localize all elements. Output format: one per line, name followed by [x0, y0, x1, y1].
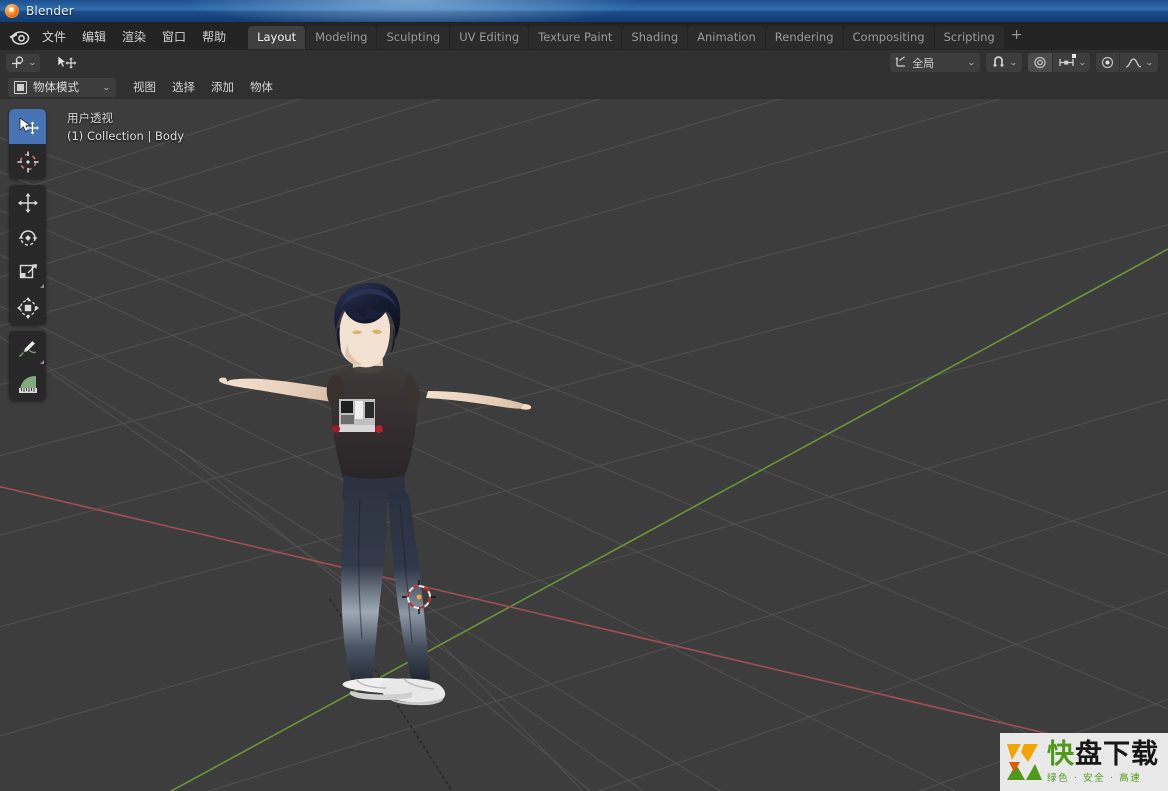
transform-orientation-caret: ⌄	[967, 58, 976, 67]
tool-cursor[interactable]	[9, 144, 46, 179]
window-title: Blender	[26, 4, 74, 18]
tool-group-transform	[9, 185, 46, 325]
tweak-tool-caret: ⌄	[27, 58, 37, 67]
tool-scale[interactable]	[9, 255, 46, 290]
interaction-mode-label: 物体模式	[33, 80, 79, 94]
menu-add[interactable]: 添加	[204, 76, 241, 98]
viewport-toolbar	[9, 109, 46, 407]
snap-control[interactable]: ⌄	[985, 53, 1022, 72]
watermark-subtitle: 绿色 · 安全 · 高速	[1047, 772, 1142, 784]
pivot-median-point-icon[interactable]	[1096, 53, 1120, 72]
tweak-tool-icon[interactable]: ⌄	[6, 53, 40, 72]
menu-view[interactable]: 视图	[126, 76, 163, 98]
tool-group-annotate	[9, 331, 46, 401]
tool-transform[interactable]	[9, 290, 46, 325]
cursor-move-tool-icon[interactable]	[52, 54, 82, 72]
menu-edit[interactable]: 编辑	[74, 25, 114, 48]
menu-select[interactable]: 选择	[165, 76, 202, 98]
main-menu-group: 文件 编辑 渲染 窗口 帮助	[34, 25, 234, 48]
workspace-tab-scripting[interactable]: Scripting	[934, 25, 1004, 49]
workspace-tab-modeling[interactable]: Modeling	[306, 25, 377, 49]
x-axis-line	[0, 485, 1168, 763]
blender-logo-icon[interactable]	[8, 27, 30, 45]
proportional-edit-icon[interactable]	[1027, 53, 1052, 72]
3d-viewport[interactable]: 用户透视 (1) Collection | Body 快盘下载 绿色 · 安全 …	[0, 99, 1168, 791]
transform-orientation-value: 全局	[912, 56, 935, 70]
add-workspace-button[interactable]: +	[1004, 26, 1030, 46]
orientation-axes-icon	[895, 55, 908, 71]
workspace-tab-animation[interactable]: Animation	[688, 25, 765, 49]
interaction-mode-caret: ⌄	[102, 82, 112, 92]
proportional-connected-icon[interactable]: ⌄	[1052, 53, 1091, 72]
snap-caret: ⌄	[1008, 58, 1018, 67]
kuaipan-logo-icon	[1004, 740, 1044, 784]
workspace-tab-compositing[interactable]: Compositing	[843, 25, 934, 49]
tool-settings-bar: ⌄ 全局 ⌄ ⌄ ⌄ ⌄	[0, 50, 1168, 76]
tool-annotate[interactable]	[9, 331, 46, 366]
window-title-bar: Blender	[0, 0, 1168, 22]
proportional-editing-control[interactable]: ⌄	[1027, 53, 1091, 72]
tool-measure[interactable]	[9, 366, 46, 401]
workspace-tab-shading[interactable]: Shading	[622, 25, 688, 49]
workspace-tab-bar: Layout Modeling Sculpting UV Editing Texture…	[248, 25, 1004, 49]
blender-application-window: Blender 文件 编辑 渲染 窗口 帮助 Layout Modeling Sculpti…	[0, 0, 1168, 791]
viewport-menu-group: 视图 选择 添加 物体	[124, 76, 280, 98]
menu-help[interactable]: 帮助	[194, 25, 234, 48]
viewport-grid	[0, 99, 1168, 791]
object-mode-icon	[14, 80, 27, 94]
watermark-text-part1: 快	[1047, 738, 1075, 770]
y-axis-line	[169, 248, 1168, 791]
menu-render[interactable]: 渲染	[114, 25, 154, 48]
top-bar: 文件 编辑 渲染 窗口 帮助 Layout Modeling Sculpting UV Edi…	[0, 22, 1168, 51]
interaction-mode-selector[interactable]: 物体模式 ⌄	[8, 77, 116, 97]
workspace-tab-sculpting[interactable]: Sculpting	[377, 25, 450, 49]
falloff-control[interactable]: ⌄	[1096, 53, 1158, 72]
falloff-smooth-icon[interactable]: ⌄	[1120, 53, 1158, 72]
watermark-text-part2: 盘下载	[1075, 738, 1159, 770]
proportional-caret: ⌄	[1077, 58, 1087, 67]
workspace-tab-uv-editing[interactable]: UV Editing	[450, 25, 529, 49]
tool-tweak[interactable]	[9, 109, 46, 144]
workspace-tab-texture-paint[interactable]: Texture Paint	[529, 25, 622, 49]
transform-orientation-control[interactable]: 全局 ⌄	[890, 53, 980, 72]
falloff-caret: ⌄	[1145, 58, 1155, 67]
blender-app-icon	[5, 4, 19, 18]
menu-object[interactable]: 物体	[243, 76, 280, 98]
workspace-tab-layout[interactable]: Layout	[248, 25, 306, 49]
tool-move[interactable]	[9, 185, 46, 220]
snap-magnet-icon	[991, 55, 1006, 71]
viewport-header: 物体模式 ⌄ 视图 选择 添加 物体	[0, 75, 1168, 99]
menu-window[interactable]: 窗口	[154, 25, 194, 48]
tool-group-select	[9, 109, 46, 179]
menu-file[interactable]: 文件	[34, 25, 74, 48]
tool-rotate[interactable]	[9, 220, 46, 255]
download-site-watermark: 快盘下载 绿色 · 安全 · 高速	[1000, 733, 1168, 791]
viewport-scene	[0, 99, 1168, 791]
workspace-tab-rendering[interactable]: Rendering	[765, 25, 843, 49]
